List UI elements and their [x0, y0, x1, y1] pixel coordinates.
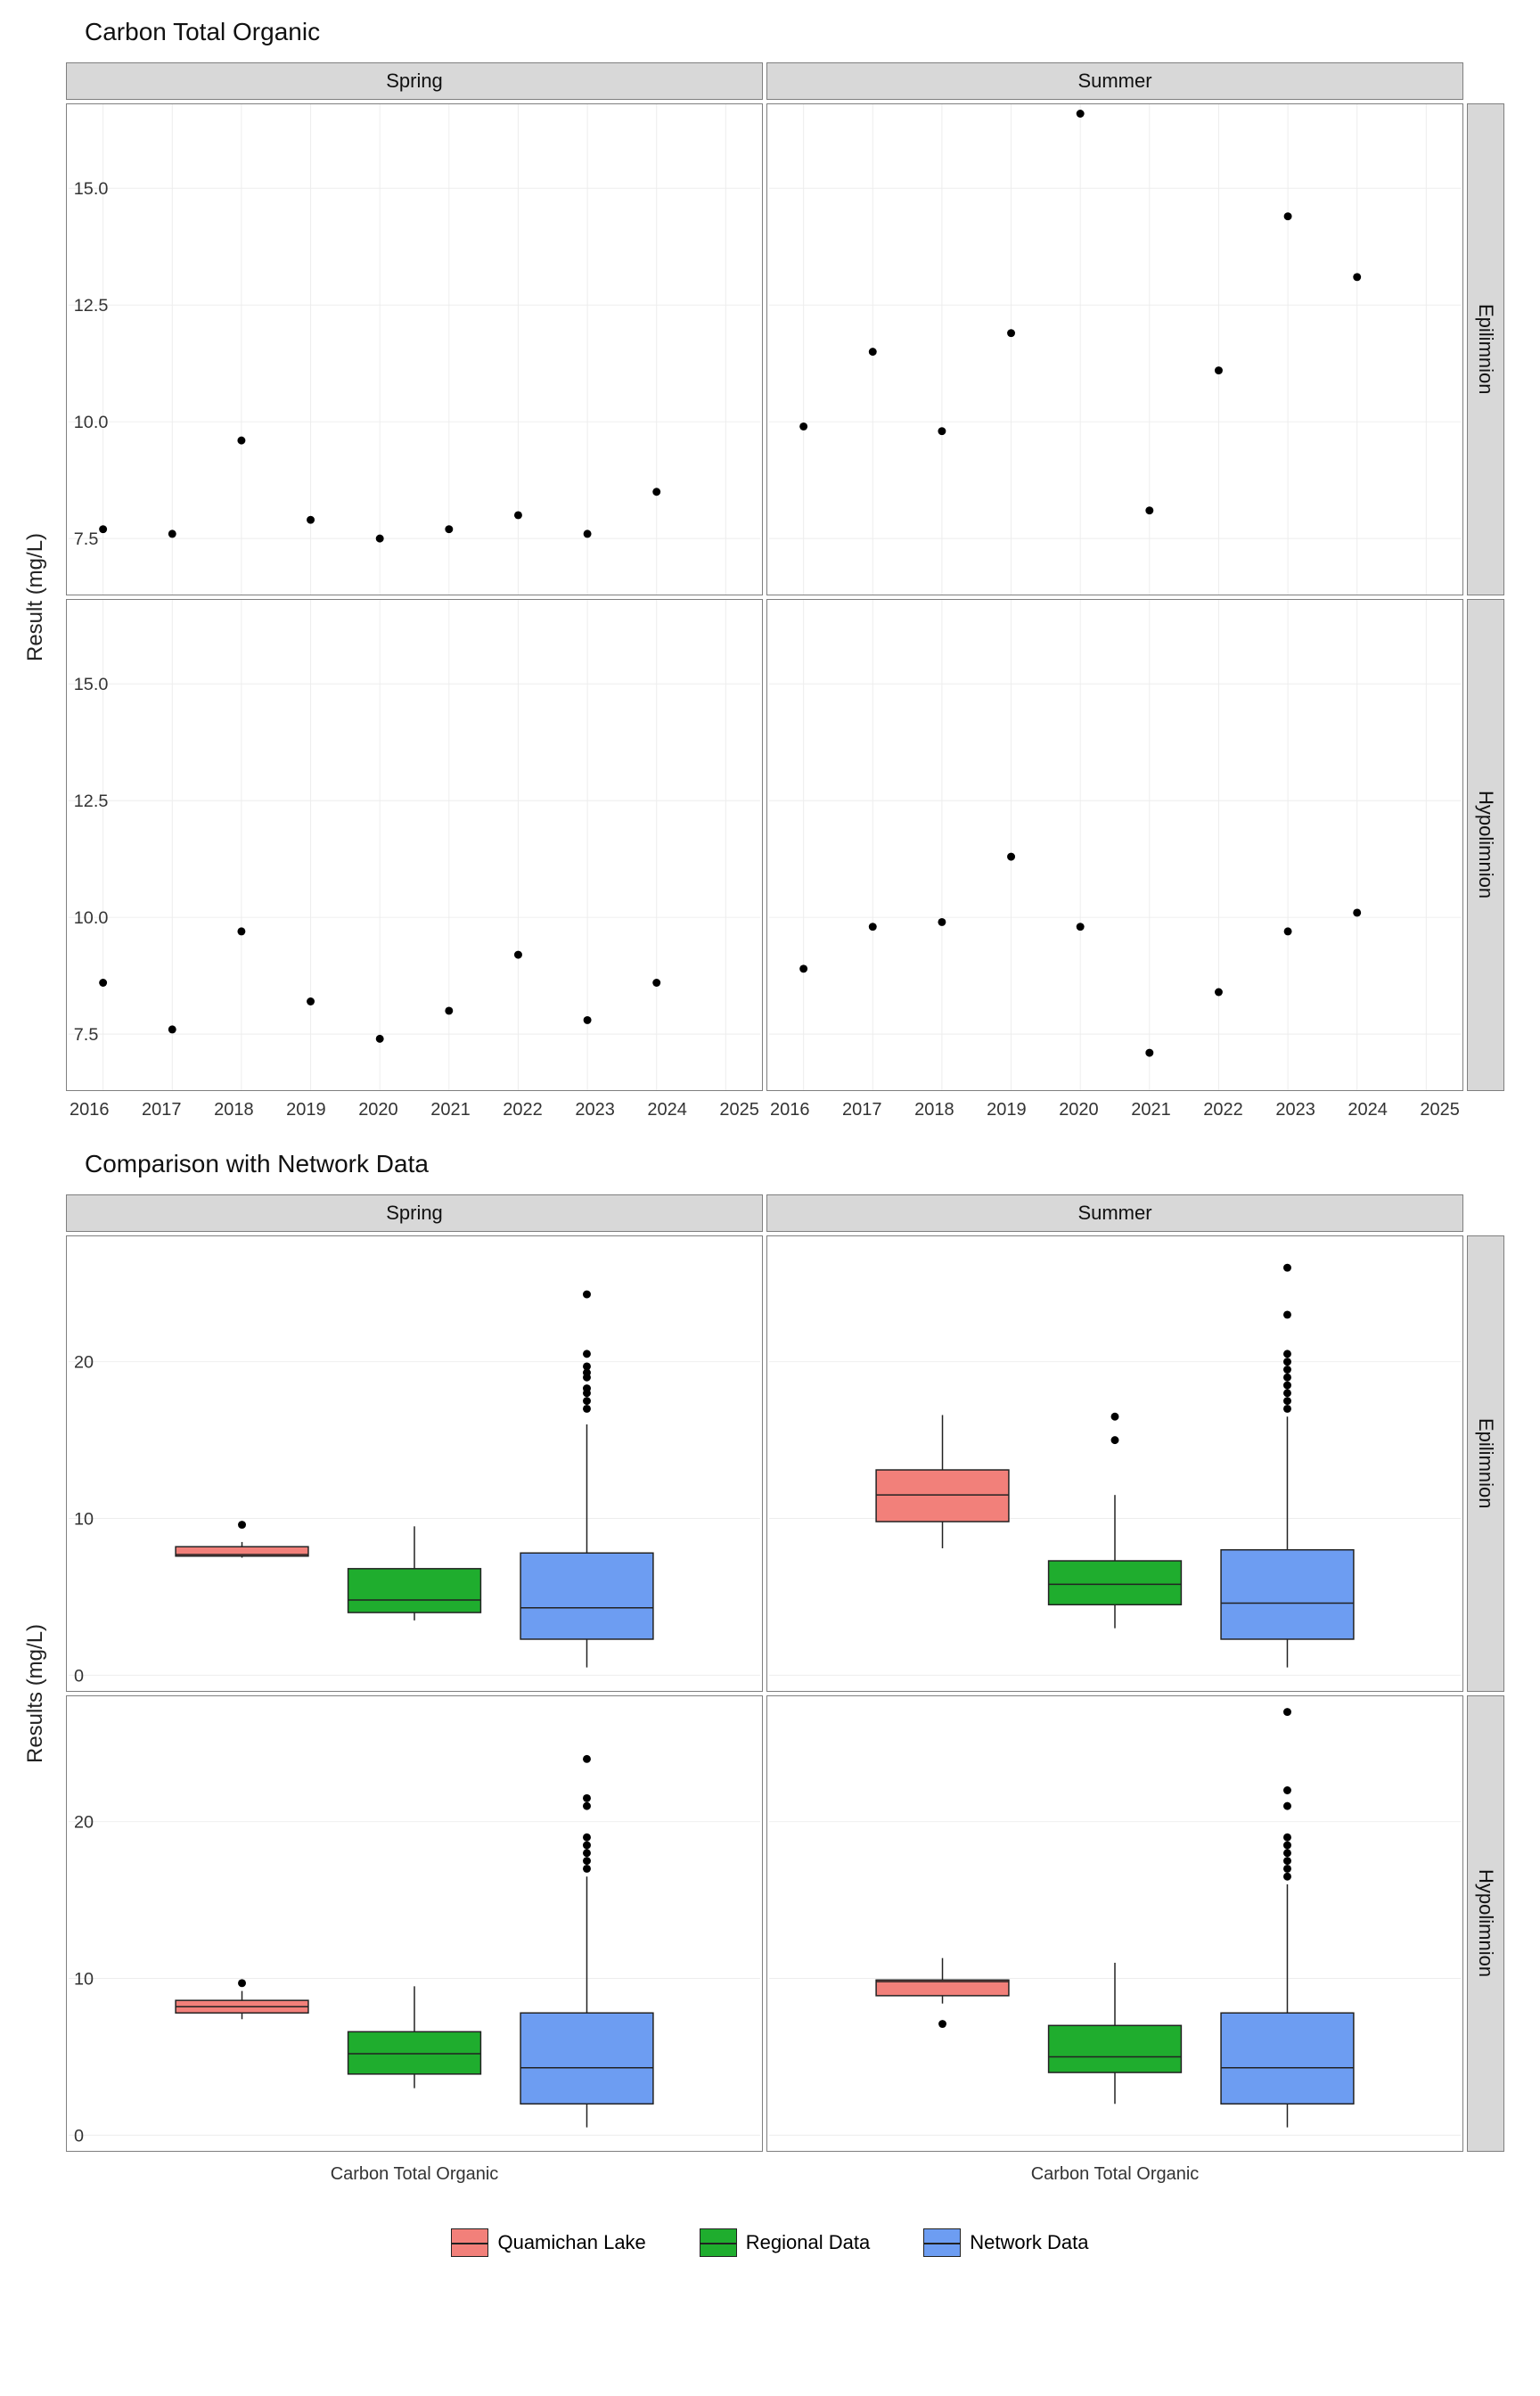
strip-summer: Summer: [766, 62, 1463, 100]
strip-epi: Epilimnion: [1467, 103, 1504, 595]
svg-text:0: 0: [74, 2126, 84, 2146]
svg-text:15.0: 15.0: [74, 179, 109, 199]
legend: Quamichan Lake Regional Data Network Dat…: [0, 2193, 1540, 2293]
svg-text:12.5: 12.5: [74, 296, 109, 316]
bstrip-hypo: Hypolimnion: [1467, 1695, 1504, 2152]
scatter-title: Carbon Total Organic: [85, 18, 1531, 46]
svg-text:10: 10: [74, 1509, 94, 1529]
bstrip-epi: Epilimnion: [1467, 1235, 1504, 1692]
xaxis-spring: 2016201720182019202020212022202320242025: [66, 1095, 763, 1132]
scatter-grid: Result (mg/L) Spring Summer 7.5 10.0 12.5 1…: [9, 62, 1531, 1132]
svg-text:20: 20: [74, 1353, 94, 1373]
svg-text:12.5: 12.5: [74, 792, 109, 811]
svg-text:10: 10: [74, 1969, 94, 1989]
bxaxis-summer: Carbon Total Organic: [766, 2155, 1463, 2193]
bpanel-spring-epi: 0 10 20: [66, 1235, 763, 1692]
panel-spring-hypo: 7.5 10.0 12.5 15.0: [66, 599, 763, 1091]
svg-text:10.0: 10.0: [74, 908, 109, 928]
bpanel-summer-hypo: [766, 1695, 1463, 2152]
svg-text:7.5: 7.5: [74, 1025, 99, 1045]
svg-text:0: 0: [74, 1666, 84, 1686]
legend-swatch-quamichan: [451, 2228, 488, 2257]
legend-swatch-network: [923, 2228, 961, 2257]
legend-regional: Regional Data: [700, 2228, 870, 2257]
bpanel-summer-epi: [766, 1235, 1463, 1692]
panel-summer-hypo: [766, 599, 1463, 1091]
legend-quamichan: Quamichan Lake: [451, 2228, 645, 2257]
scatter-figure: Carbon Total Organic Result (mg/L) Sprin…: [0, 0, 1540, 1132]
strip-spring: Spring: [66, 62, 763, 100]
scatter-ylabel: Result (mg/L): [9, 103, 62, 1091]
strip-hypo: Hypolimnion: [1467, 599, 1504, 1091]
bstrip-summer: Summer: [766, 1194, 1463, 1232]
xaxis-summer: 2016201720182019202020212022202320242025: [766, 1095, 1463, 1132]
boxplot-ylabel: Results (mg/L): [9, 1235, 62, 2152]
bpanel-spring-hypo: 0 10 20: [66, 1695, 763, 2152]
boxplot-title: Comparison with Network Data: [85, 1150, 1531, 1178]
svg-text:7.5: 7.5: [74, 529, 99, 549]
legend-label-regional: Regional Data: [746, 2231, 870, 2254]
legend-network: Network Data: [923, 2228, 1088, 2257]
bxaxis-spring: Carbon Total Organic: [66, 2155, 763, 2193]
bstrip-spring: Spring: [66, 1194, 763, 1232]
legend-label-network: Network Data: [970, 2231, 1088, 2254]
svg-text:15.0: 15.0: [74, 675, 109, 694]
panel-spring-epi: 7.5 10.0 12.5 15.0: [66, 103, 763, 595]
boxplot-grid: Results (mg/L) Spring Summer 0 10 20 0 10 20…: [9, 1194, 1531, 2193]
svg-text:10.0: 10.0: [74, 413, 109, 432]
panel-summer-epi: [766, 103, 1463, 595]
svg-text:20: 20: [74, 1813, 94, 1833]
boxplot-figure: Comparison with Network Data Results (mg…: [0, 1132, 1540, 2193]
legend-swatch-regional: [700, 2228, 737, 2257]
legend-label-quamichan: Quamichan Lake: [497, 2231, 645, 2254]
